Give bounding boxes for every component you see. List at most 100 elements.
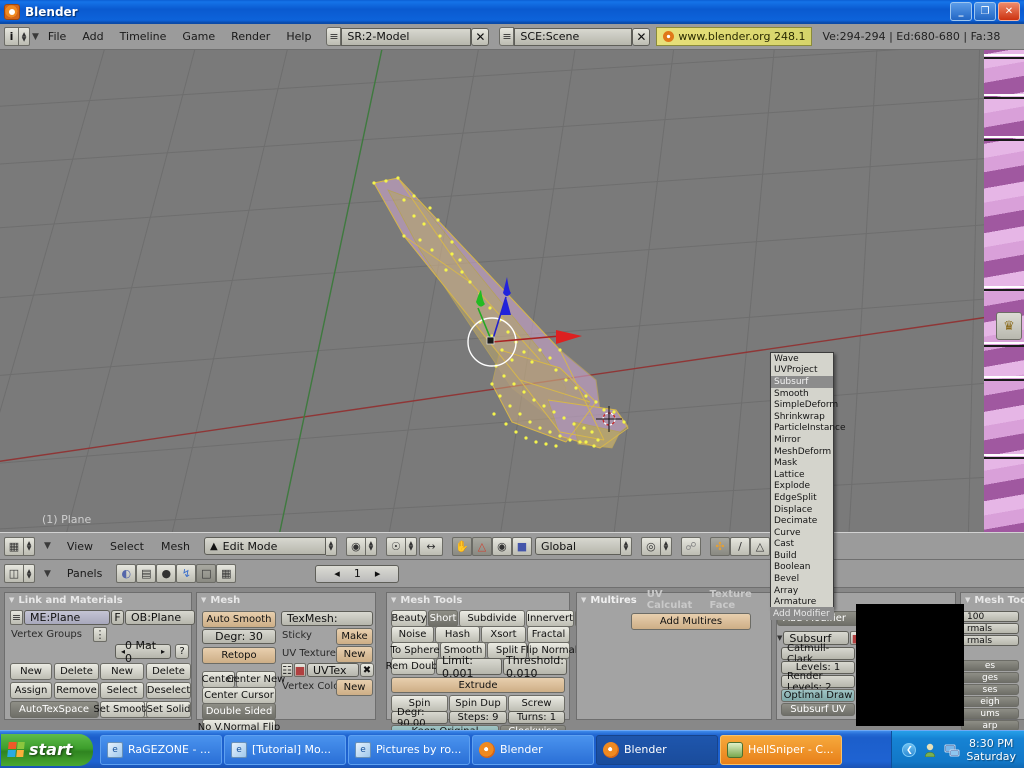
center-cursor-button[interactable]: Center Cursor — [202, 687, 276, 704]
modifier-item-edgesplit[interactable]: EdgeSplit — [771, 492, 833, 504]
grid-icon[interactable]: ☷ — [281, 663, 293, 677]
screw-button[interactable]: Screw — [508, 695, 565, 712]
more-item-8[interactable]: arp — [961, 720, 1019, 730]
subdivide-button[interactable]: Subdivide — [459, 610, 525, 627]
translate-manipulator-icon[interactable]: ✣ — [709, 536, 730, 556]
menu-add[interactable]: Add — [75, 26, 110, 48]
mode-spinner[interactable]: ▲ ▼ — [325, 536, 337, 556]
browse-icon[interactable]: ≡ — [326, 27, 342, 46]
orientation-spinner[interactable]: ▲ ▼ — [620, 536, 632, 556]
proportional-edit-icon[interactable]: ✋ — [451, 536, 472, 556]
occlude-group[interactable]: ☉ ▲ ▼ ↔ — [385, 536, 443, 556]
occlude-spinner[interactable]: ▲ ▼ — [405, 536, 417, 556]
taskbar-item[interactable]: HellSniper - C... — [720, 734, 842, 765]
falloff-icon[interactable]: △ — [471, 536, 492, 556]
close-button[interactable]: ✕ — [998, 2, 1020, 21]
chevron-down-icon[interactable]: ▼ — [32, 32, 39, 42]
modifier-item-mask[interactable]: Mask — [771, 457, 833, 469]
vgroup-delete-button[interactable]: Delete — [54, 663, 99, 680]
threshold-field[interactable]: Threshold: 0.010 — [503, 654, 567, 680]
panel-header[interactable]: ▼ Mesh Tools Mo — [961, 593, 1024, 607]
pivot-median-icon[interactable]: ◎ — [640, 536, 661, 556]
modifier-item-cast[interactable]: Cast — [771, 539, 833, 551]
turns-field[interactable]: Turns: 1 — [508, 711, 565, 724]
screen-delete-button[interactable]: ✕ — [471, 27, 490, 46]
beauty-button[interactable]: Beauty — [391, 610, 427, 627]
screen-name-field[interactable]: SR:2-Model — [341, 27, 472, 46]
screen-selector[interactable]: ≡ SR:2-Model ✕ — [326, 27, 490, 46]
more-item-1[interactable]: rmals — [961, 623, 1019, 634]
degr-field[interactable]: Degr: 90.00 — [391, 707, 448, 729]
taskbar-item[interactable]: e Pictures by ro... — [348, 734, 470, 765]
start-button[interactable]: start — [1, 733, 93, 766]
modifier-item-explode[interactable]: Explode — [771, 481, 833, 493]
more-item-0[interactable]: 100 — [961, 611, 1019, 622]
frame-next-icon[interactable]: ▸ — [375, 567, 381, 580]
to-sphere-button[interactable]: To Sphere — [391, 642, 439, 659]
frame-prev-icon[interactable]: ◂ — [334, 567, 340, 580]
menu-file[interactable]: File — [41, 26, 73, 48]
proportional-circle-icon[interactable]: ◉ — [491, 536, 512, 556]
panel-header[interactable]: ▼ Mesh — [197, 593, 375, 607]
frame-number-field[interactable]: ◂ 1 ▸ — [315, 564, 400, 583]
tab-texture-face[interactable]: Texture Face — [703, 589, 767, 611]
add-modifier-dropdown-menu[interactable]: Wave UVProject Subsurf Smooth SimpleDeform Sh… — [770, 352, 846, 610]
scene-group-icon[interactable]: ▦ — [216, 564, 237, 583]
proportional-edit-group[interactable]: ✋ △ ◉ ■ — [451, 536, 532, 556]
panel-header[interactable]: ▼ Mesh Tools — [387, 593, 569, 607]
modifier-item-displace[interactable]: Displace — [771, 504, 833, 516]
material-delete-button[interactable]: Delete — [146, 663, 191, 680]
taskbar-clock[interactable]: 8:30 PM Saturday — [966, 737, 1016, 763]
steps-field[interactable]: Steps: 9 — [449, 711, 507, 724]
taskbar-item[interactable]: e RaGEZONE - ... — [100, 734, 222, 765]
editor-type-spinner[interactable]: ▲ ▼ — [24, 564, 35, 583]
shading-solid-icon[interactable]: ◉ — [345, 536, 366, 556]
add-multires-button[interactable]: Add Multires — [631, 613, 751, 630]
subsurf-uv-button[interactable]: Subsurf UV — [781, 703, 855, 716]
limit-selection-icon[interactable]: ↔ — [418, 536, 443, 556]
panel-header[interactable]: ▼ Link and Materials — [5, 593, 191, 607]
rotate-manipulator-icon[interactable]: / — [729, 536, 750, 556]
texmesh-field[interactable]: TexMesh: — [281, 611, 373, 626]
editor-type-spinner[interactable]: ▲ ▼ — [19, 27, 30, 46]
image-icon[interactable]: ■ — [294, 663, 306, 677]
noise-button[interactable]: Noise — [391, 626, 434, 643]
retopo-button[interactable]: Retopo — [202, 647, 276, 664]
menu-render[interactable]: Render — [224, 26, 277, 48]
more-item-5[interactable]: ses — [961, 684, 1019, 695]
material-select-button[interactable]: Select — [100, 682, 144, 699]
fake-user-button[interactable]: F — [111, 610, 124, 625]
more-item-7[interactable]: ums — [961, 708, 1019, 719]
auto-smooth-button[interactable]: Auto Smooth — [202, 611, 276, 628]
scene-name-field[interactable]: SCE:Scene — [514, 27, 633, 46]
modifier-item-mirror[interactable]: Mirror — [771, 434, 833, 446]
auto-smooth-degr-field[interactable]: Degr: 30 — [202, 629, 276, 644]
uvtex-name-field[interactable]: UVTex — [307, 663, 359, 677]
pivot-spinner[interactable]: ▲ ▼ — [660, 536, 672, 556]
collapse-triangle-icon[interactable]: ▼ — [9, 596, 14, 604]
limit-field[interactable]: Limit: 0.001 — [436, 654, 502, 680]
menu-help[interactable]: Help — [279, 26, 318, 48]
mesh-name-field[interactable]: ME:Plane — [24, 610, 110, 625]
grid-editor-icon[interactable]: ▦ — [4, 536, 24, 556]
short-button[interactable]: Short — [428, 610, 458, 627]
object-group-icon[interactable]: ▤ — [136, 564, 157, 583]
collapse-triangle-icon[interactable]: ▼ — [581, 596, 586, 604]
fractal-button[interactable]: Fractal — [527, 626, 570, 643]
modifier-item-simpledeform[interactable]: SimpleDeform — [771, 399, 838, 411]
modifier-item-boolean[interactable]: Boolean — [771, 562, 833, 574]
buttons-editor-icon[interactable]: ◫ — [4, 564, 24, 583]
window-titlebar[interactable]: Blender _ ❐ ✕ — [0, 0, 1024, 24]
network-icon[interactable] — [944, 742, 960, 758]
vgroup-assign-button[interactable]: Assign — [10, 682, 52, 699]
proportional-square-icon[interactable]: ■ — [511, 536, 532, 556]
spin-dup-button[interactable]: Spin Dup — [449, 695, 507, 712]
xsort-button[interactable]: Xsort — [481, 626, 526, 643]
panel-header[interactable]: ▼ Multires UV Calculat Texture Face — [577, 589, 771, 611]
modifier-item-build[interactable]: Build — [771, 550, 833, 562]
modifier-item-shrinkwrap[interactable]: Shrinkwrap — [771, 411, 833, 423]
uvtex-delete-button[interactable]: ✖ — [360, 663, 374, 677]
optimal-draw-button[interactable]: Optimal Draw — [781, 689, 855, 702]
viewport-menu-select[interactable]: Select — [103, 535, 151, 557]
rem-doubles-button[interactable]: Rem Doubl — [386, 658, 440, 675]
